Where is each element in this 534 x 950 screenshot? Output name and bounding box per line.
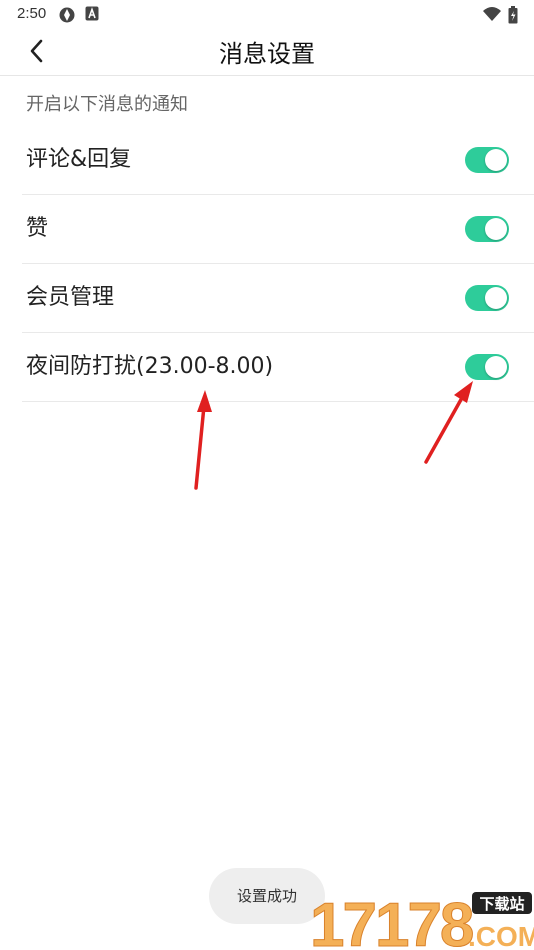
watermark-logo: 17178 下载站 .COM [310, 891, 534, 950]
annotation-arrows [194, 381, 473, 490]
annotation-arrow-icon [424, 381, 473, 464]
watermark-badge: 下载站 [479, 895, 524, 913]
watermark-domain: .COM [468, 921, 534, 950]
watermark-number: 17178 [310, 891, 473, 950]
annotation-arrow-icon [194, 390, 212, 490]
